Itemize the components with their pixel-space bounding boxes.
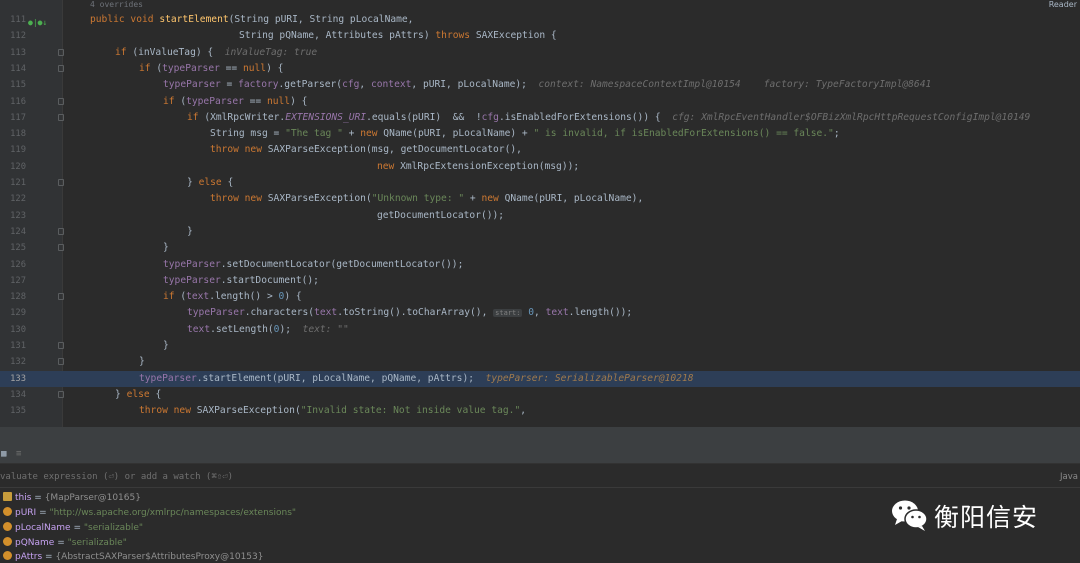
line-number: 115 [10,80,26,91]
evaluate-placeholder: valuate expression (⏎) or add a watch (⌘… [0,472,233,482]
fold-icon[interactable] [58,390,64,398]
code-line[interactable]: 120 new XmlRpcExtensionException(msg)); [0,159,1080,175]
reader-mode-label[interactable]: Reader [1049,0,1077,9]
line-number: 127 [10,275,26,286]
current-execution-line[interactable]: 133 typeParser.startElement(pURI, pLocalN… [0,370,1080,387]
parameter-hint: start: [493,309,523,318]
line-number: 125 [10,243,26,254]
code-line[interactable]: 131} [0,338,1080,354]
code-line[interactable]: 113 if (inValueTag) { inValueTag: true [0,45,1080,61]
fold-icon[interactable] [58,179,64,186]
line-number: 112 [10,31,26,42]
line-number: 120 [10,161,26,172]
debug-toolbar: ▦ ≡ [0,447,1080,464]
code-line[interactable]: 124} [0,224,1080,240]
fold-icon[interactable] [58,113,64,121]
fold-icon[interactable] [58,358,64,366]
line-number: 128 [10,292,26,303]
line-number: 126 [10,259,26,270]
code-line[interactable]: 127 typeParser.startDocument(); [0,273,1080,289]
code-line[interactable]: 128 if (text.length() > 0) { [0,289,1080,305]
line-number: 114 [10,63,26,74]
line-number: 122 [10,194,26,205]
code-line[interactable]: 112 String pQName, Attributes pAttrs) thr… [0,28,1080,44]
code-line[interactable]: 118 String msg = "The tag " + new QName(p… [0,126,1080,142]
code-editor[interactable]: 4 overrides Reader 111 ●|●↓ public void st… [0,0,1080,427]
overrides-hint: 4 overrides [90,0,143,9]
variable-row[interactable]: pURI = "http://ws.apache.org/xmlrpc/name… [3,507,296,518]
fold-icon[interactable] [58,64,64,72]
evaluate-expression-field[interactable]: valuate expression (⏎) or add a watch (⌘… [0,469,1080,488]
code-line[interactable]: 132} [0,354,1080,370]
watermark-text: 衡阳信安 [934,503,1039,532]
variable-row[interactable]: pAttrs = {AbstractSAXParser$AttributesPr… [3,551,263,562]
line-number: 118 [10,129,26,140]
code-line[interactable]: 122 throw new SAXParseException("Unknown … [0,191,1080,207]
line-number: 123 [10,210,26,221]
list-icon[interactable]: ≡ [16,449,21,459]
variable-row[interactable]: pLocalName = "serializable" [3,522,143,533]
line-number: 130 [10,324,26,335]
wechat-icon [892,500,928,531]
line-number: 119 [10,145,26,156]
code-line[interactable]: 126 typeParser.setDocumentLocator(getDocu… [0,257,1080,273]
code-line[interactable]: 117 if (XmlRpcWriter.EXTENSIONS_URI.equal… [0,110,1080,126]
line-number: 116 [10,96,26,107]
line-number: 113 [10,47,26,58]
parameter-icon [3,537,12,546]
code-line[interactable]: 119 throw new SAXParseException(msg, getD… [0,142,1080,158]
language-label[interactable]: Java [1060,472,1078,482]
code-line[interactable]: 135 throw new SAXParseException("Invalid … [0,403,1080,419]
line-number: 121 [10,178,26,188]
fold-icon[interactable] [58,97,64,105]
fold-icon[interactable] [58,227,64,235]
panel-splitter[interactable] [0,427,1080,447]
code-line[interactable]: 115 typeParser = factory.getParser(cfg, c… [0,77,1080,93]
line-number: 135 [10,406,26,417]
parameter-icon [3,522,12,531]
code-line[interactable]: 121} else { [0,175,1080,191]
fold-icon[interactable] [58,48,64,56]
fold-icon[interactable] [58,342,64,349]
field-icon [3,492,12,501]
line-number: 111 [10,15,26,25]
line-number: 117 [10,112,26,123]
line-number: 131 [10,341,26,351]
code-line[interactable]: 111 ●|●↓ public void startElement(String p… [0,12,1080,28]
table-icon[interactable]: ▦ [1,449,6,459]
line-number: 134 [10,389,26,400]
watermark: 衡阳信安 [890,495,1080,535]
code-line[interactable]: 123 getDocumentLocator()); [0,208,1080,224]
code-line[interactable]: 129 typeParser.characters(text.toString()… [0,305,1080,321]
code-line[interactable]: 116 if (typeParser == null) { [0,94,1080,110]
fold-icon[interactable] [58,244,64,252]
code-line[interactable]: 125} [0,240,1080,256]
line-number: 129 [10,308,26,319]
fold-icon[interactable] [58,293,64,301]
code-line[interactable]: 130 text.setLength(0); text: "" [0,322,1080,338]
parameter-icon [3,507,12,516]
code-line[interactable]: 134} else { [0,387,1080,403]
variable-row[interactable]: pQName = "serializable" [3,537,127,548]
line-number: 133 [10,373,26,384]
variable-row[interactable]: this = {MapParser@10165} [3,492,141,503]
code-line[interactable]: 114 if (typeParser == null) { [0,61,1080,77]
line-number: 132 [10,357,26,368]
parameter-icon [3,551,12,560]
line-number: 124 [10,226,26,237]
